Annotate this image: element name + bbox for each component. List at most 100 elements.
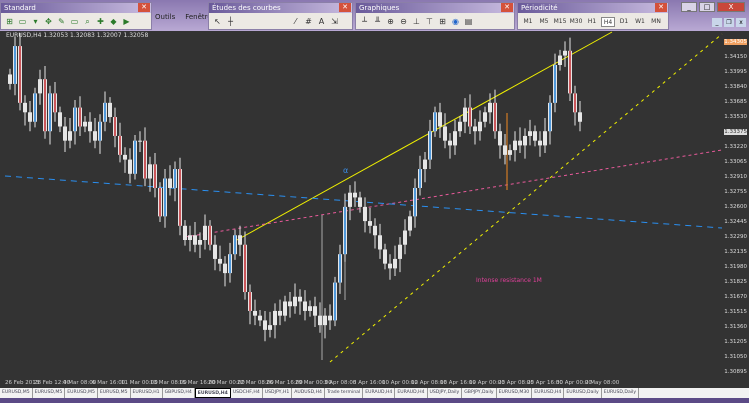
period-m15[interactable]: M15 [553,17,567,27]
candle-body [408,216,412,231]
period-mn[interactable]: MN [649,17,663,27]
menu-tools[interactable]: Outils [155,13,175,21]
candle-body [473,126,477,132]
chart-tab[interactable]: USDJPY,H1 [263,388,293,398]
close-button[interactable]: X [717,2,745,12]
close-icon[interactable]: ✕ [138,3,150,12]
mdi-minimize-button[interactable]: _ [712,18,722,27]
period-m30[interactable]: M30 [569,17,583,27]
price-label: 1.31050 [724,354,747,360]
chart-tab[interactable]: USDCHF,H4 [231,388,263,398]
candle-body [508,150,512,155]
period-m5[interactable]: M5 [537,17,551,27]
chart-tab[interactable]: EURUSD,H4 [194,388,231,398]
candle-body [403,230,407,245]
price-label: 1.33685 [724,99,747,105]
candle-body [168,178,172,188]
chart-tab[interactable]: USDJPY,Daily [428,388,463,398]
candle-body [268,325,272,330]
fibonacci-icon[interactable]: # [303,17,314,27]
candle-body [138,140,142,142]
time-axis[interactable]: 26 Feb 2013 28 Feb 12:00 4 Mar 08:00 6 Mar … [0,380,749,388]
profiles-icon[interactable]: ▭ [17,17,28,27]
period-h4[interactable]: H4 [601,16,615,27]
chart-tab[interactable]: EURUSD,Daily [564,388,602,398]
indicators-icon[interactable]: ⊞ [437,17,448,27]
cursor-icon[interactable]: ↖ [212,17,223,27]
chart-tab[interactable]: EURAUD,H4 [395,388,428,398]
chart-tab[interactable]: EURUSD,M5 [33,388,66,398]
window-controls: _ □ X [681,2,745,12]
chart-tab[interactable]: AUDUSD,H4 [292,388,325,398]
candle-body [258,315,262,321]
trendline-icon[interactable]: ⁄ [290,17,301,27]
chart-tab[interactable]: EURUSD,H4 [532,388,565,398]
trendline-lower[interactable] [329,33,723,363]
chart-tab[interactable]: EURUSD,M30 [497,388,533,398]
autotrading-icon[interactable]: ▶ [121,17,132,27]
chart-tab[interactable]: EURUSD,Daily [602,388,640,398]
price-label: 1.31825 [724,279,747,285]
chart-tab[interactable]: EURUSD,M5 [0,388,33,398]
market-watch-icon[interactable]: ▾ [30,17,41,27]
price-label: 1.33220 [724,144,747,150]
price-label: 1.31205 [724,339,747,345]
chart-shift-icon[interactable]: ⊤ [424,17,435,27]
candle-body [578,112,582,122]
chart-tab[interactable]: GBPJPY,Daily [462,388,497,398]
annotation-text[interactable]: Intense resistance 1M [476,277,542,284]
navigator-icon[interactable]: ✥ [43,17,54,27]
autoscroll-icon[interactable]: ⊥ [411,17,422,27]
candle-body [148,164,152,179]
price-chart[interactable] [0,30,724,380]
new-order-icon[interactable]: ✚ [95,17,106,27]
maximize-button[interactable]: □ [699,2,715,12]
data-window-icon[interactable]: ⌕ [82,17,93,27]
period-d1[interactable]: D1 [617,17,631,27]
candle-body [443,126,447,141]
candle-body [218,258,222,264]
periods-icon[interactable]: ◉ [450,17,461,27]
price-label: 1.34150 [724,54,747,60]
terminal-icon[interactable]: ✎ [56,17,67,27]
candle-body [538,140,542,146]
templates-icon[interactable]: ▤ [463,17,474,27]
zoom-out-icon[interactable]: ⊖ [398,17,409,27]
chart-tab[interactable]: EURAUD,H4 [363,388,396,398]
close-icon[interactable]: ✕ [655,3,667,12]
candle-chart-icon[interactable]: ╨ [372,17,383,27]
chart-tab[interactable]: GBPUSD,H4 [163,388,195,398]
chart-tab[interactable]: Trade terminal [325,388,364,398]
price-axis[interactable]: 1.34305 1.34150 1.33995 1.33840 1.33685 1.335… [724,30,749,380]
period-m1[interactable]: M1 [521,17,535,27]
candle-body [438,112,442,127]
period-h1[interactable]: H1 [585,17,599,27]
chart-tab[interactable]: EURUSD,H1 [131,388,163,398]
trendline-upper[interactable] [236,31,613,241]
close-icon[interactable]: ✕ [501,3,513,12]
zoom-in-icon[interactable]: ⊕ [385,17,396,27]
bar-chart-icon[interactable]: ┴ [359,17,370,27]
price-label: 1.33375 [724,129,747,135]
text-icon[interactable]: A [316,17,327,27]
arrows-icon[interactable]: ⇲ [329,17,340,27]
close-icon[interactable]: ✕ [339,3,351,12]
candle-body [348,192,352,207]
mdi-restore-button[interactable]: ❐ [724,18,734,27]
crosshair-icon[interactable]: ┼ [225,17,236,27]
candle-body [68,131,72,141]
strategy-tester-icon[interactable]: ▭ [69,17,80,27]
alpha-label: α [343,166,349,175]
candle-body [328,315,332,321]
chart-tab[interactable]: EURUSD,M5 [65,388,98,398]
new-chart-icon[interactable]: ⊞ [4,17,15,27]
expert-advisors-icon[interactable]: ◆ [108,17,119,27]
toolbar-area: Standard ✕ ⊞ ▭ ▾ ✥ ✎ ▭ ⌕ ✚ ◆ ▶ Outils Fenêtre Étud… [0,0,749,31]
candle-body [193,235,197,245]
mdi-close-button[interactable]: x [736,18,746,27]
candle-body [503,145,507,155]
period-w1[interactable]: W1 [633,17,647,27]
chart-tab[interactable]: EURUSD,M5 [98,388,131,398]
candle-body [308,306,312,311]
minimize-button[interactable]: _ [681,2,697,12]
